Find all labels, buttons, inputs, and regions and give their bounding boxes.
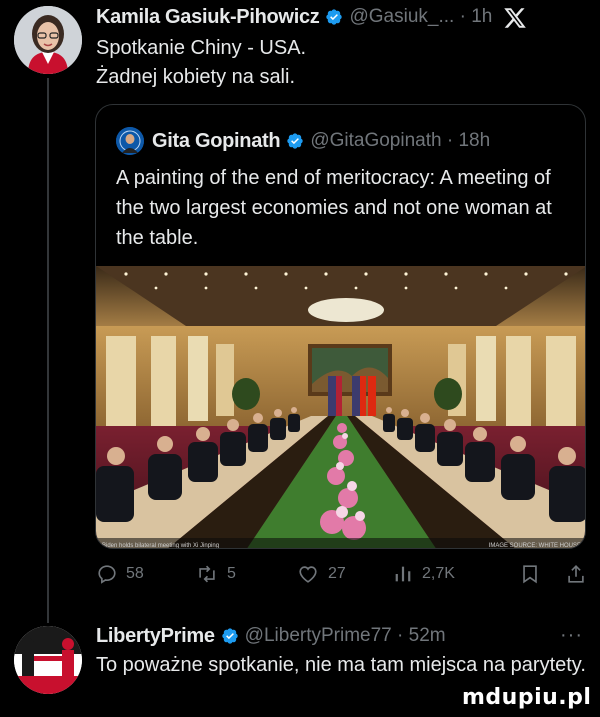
reply-author-name[interactable]: LibertyPrime xyxy=(96,625,215,648)
repost-icon xyxy=(199,565,215,583)
verified-badge-icon xyxy=(287,133,304,149)
x-logo-icon xyxy=(504,8,526,28)
author-name[interactable]: Kamila Gasiuk-Pihowicz xyxy=(96,6,320,29)
meeting-photo-illustration: Biden holds bilateral meeting with Xi Ji… xyxy=(96,266,585,549)
post-text-line: Żadnej kobiety na sali. xyxy=(96,66,296,88)
views-count: 2,7K xyxy=(422,565,455,582)
reply-post-text: To poważne spotkanie, nie ma tam miejsca… xyxy=(96,654,586,676)
repost-count: 5 xyxy=(227,565,236,582)
thread-line xyxy=(47,78,49,623)
reply-author-handle[interactable]: @LibertyPrime77 xyxy=(245,625,392,647)
dot-separator: · xyxy=(454,6,472,27)
watermark-logo: mdupiu.pl xyxy=(462,685,592,710)
avatar-gita[interactable] xyxy=(116,127,144,155)
share-button[interactable] xyxy=(565,560,587,588)
like-count: 27 xyxy=(328,565,346,582)
avatar-libertyprime[interactable] xyxy=(14,626,82,694)
share-icon xyxy=(568,565,584,583)
author-handle[interactable]: @Gasiuk_... xyxy=(349,6,454,28)
dot-separator: · xyxy=(391,625,409,646)
avatar-kamila[interactable] xyxy=(14,6,82,74)
image-caption-left: Biden holds bilateral meeting with Xi Ji… xyxy=(102,543,219,549)
views-button[interactable]: 2,7K xyxy=(392,560,455,588)
reply-button[interactable]: 58 xyxy=(96,560,144,588)
quoted-post-card[interactable]: Gita Gopinath @GitaGopinath · 18h A pain… xyxy=(95,104,586,549)
reply-icon xyxy=(98,565,116,584)
dot-separator: · xyxy=(441,130,459,151)
image-caption-right: IMAGE SOURCE: WHITE HOUSE xyxy=(489,543,581,549)
reply-count: 58 xyxy=(126,565,144,582)
post-time[interactable]: 1h xyxy=(471,6,492,28)
like-button[interactable]: 27 xyxy=(296,560,346,588)
views-icon xyxy=(395,566,411,582)
quoted-post-header: Gita Gopinath @GitaGopinath · 18h xyxy=(116,127,490,155)
bookmark-icon xyxy=(523,565,537,584)
repost-button[interactable]: 5 xyxy=(195,560,236,588)
bookmark-button[interactable] xyxy=(519,560,541,588)
verified-badge-icon xyxy=(326,9,343,25)
verified-badge-icon xyxy=(221,628,238,644)
action-bar: 58 5 27 2,7K xyxy=(96,560,590,588)
more-icon[interactable]: ··· xyxy=(560,624,583,647)
post-text: Spotkanie Chiny - USA. Żadnej kobiety na… xyxy=(96,34,586,92)
post-text-line: Spotkanie Chiny - USA. xyxy=(96,37,307,59)
reply-post-time[interactable]: 52m xyxy=(409,625,446,647)
meeting-photo[interactable]: Biden holds bilateral meeting with Xi Ji… xyxy=(96,266,585,549)
reply-post-header: LibertyPrime @LibertyPrime77 · 52m xyxy=(96,622,590,650)
quoted-author-name[interactable]: Gita Gopinath xyxy=(152,130,281,153)
like-icon xyxy=(299,566,317,583)
quoted-post-text: A painting of the end of meritocracy: A … xyxy=(116,167,552,249)
quoted-author-handle[interactable]: @GitaGopinath xyxy=(310,130,441,152)
quoted-post-time[interactable]: 18h xyxy=(458,130,490,152)
